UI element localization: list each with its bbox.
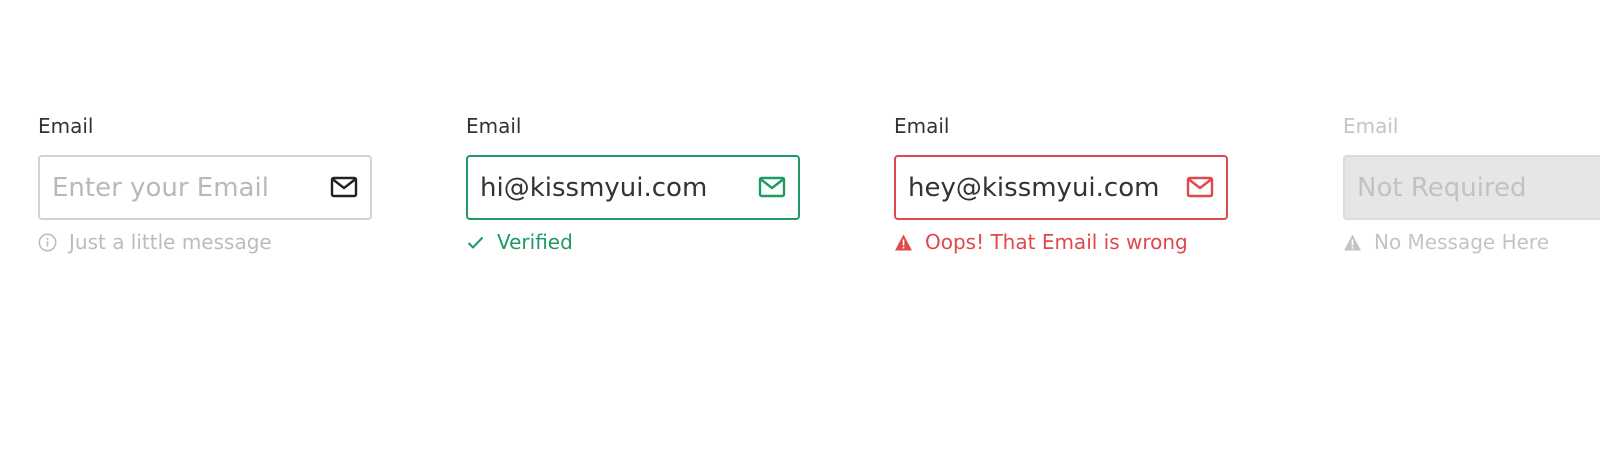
helper-text: No Message Here (1374, 230, 1549, 254)
email-input-box (1343, 155, 1600, 220)
helper-text: Just a little message (69, 230, 272, 254)
email-input[interactable] (908, 157, 1168, 218)
email-input-box[interactable] (466, 155, 800, 220)
field-label: Email (1343, 114, 1399, 138)
email-input[interactable] (480, 157, 740, 218)
helper-message: Just a little message (38, 229, 372, 255)
mail-icon (1186, 175, 1214, 199)
mail-icon (758, 175, 786, 199)
warning-icon (894, 233, 913, 252)
email-input[interactable] (52, 157, 312, 218)
field-label: Email (38, 114, 94, 138)
email-input (1357, 157, 1600, 218)
email-input-box[interactable] (38, 155, 372, 220)
helper-message: Verified (466, 229, 800, 255)
email-field-disabled: Email No Message Here (1343, 112, 1600, 255)
info-icon (38, 233, 57, 252)
helper-text: Verified (497, 230, 573, 254)
email-field-default: Email Just a little message (38, 112, 372, 255)
email-input-box[interactable] (894, 155, 1228, 220)
helper-message: Oops! That Email is wrong (894, 229, 1228, 255)
field-label: Email (466, 114, 522, 138)
mail-icon (330, 175, 358, 199)
helper-text: Oops! That Email is wrong (925, 230, 1188, 254)
email-field-success: Email Verified (466, 112, 800, 255)
warning-icon (1343, 233, 1362, 252)
check-icon (466, 233, 485, 252)
helper-message: No Message Here (1343, 229, 1600, 255)
email-field-states: Email Just a little message Email (0, 0, 1600, 468)
field-label: Email (894, 114, 950, 138)
email-field-error: Email Oops! That Email is wrong (894, 112, 1228, 255)
